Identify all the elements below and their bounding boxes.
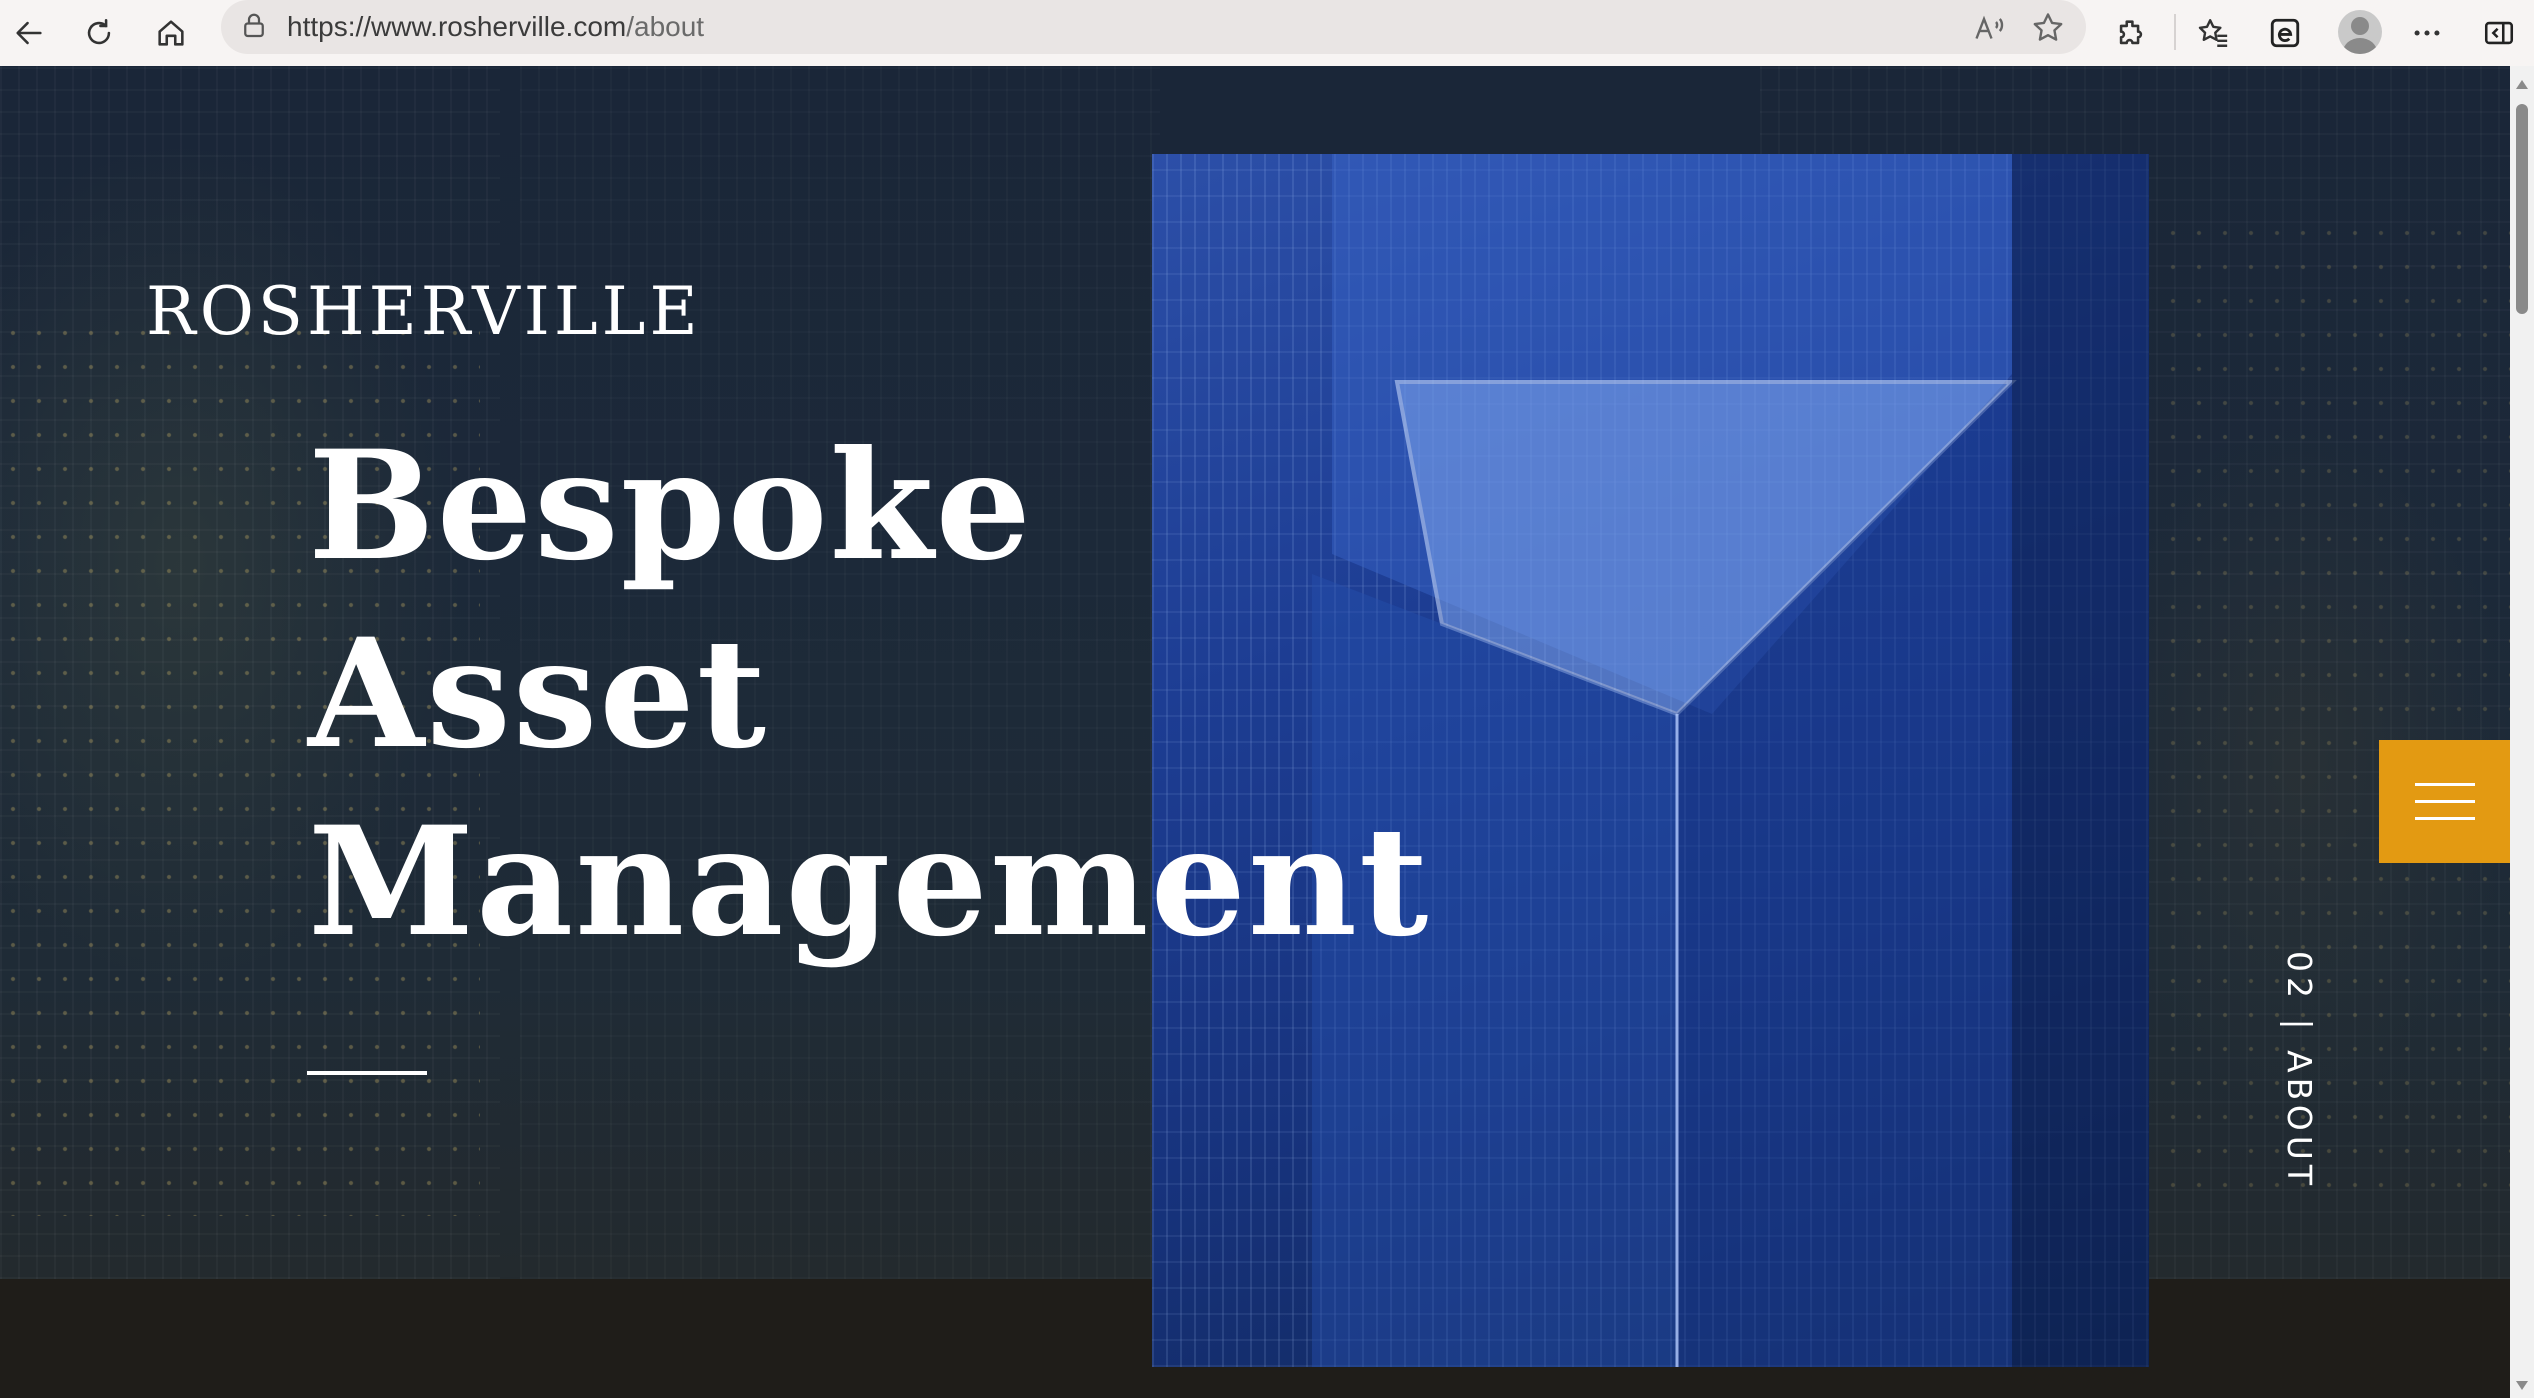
extensions-button[interactable] [2108, 10, 2154, 56]
brand-logo-text[interactable]: ROSHERVILLE [146, 273, 702, 350]
web-page: ROSHERVILLE Bespoke Asset Management 02 … [0, 66, 2510, 1398]
hamburger-menu-button[interactable] [2379, 740, 2510, 863]
profile-icon[interactable] [2338, 10, 2382, 54]
back-icon [16, 21, 42, 45]
scrollbar-thumb[interactable] [2516, 104, 2528, 314]
headline-underline-rule [307, 1071, 427, 1075]
page-scrollbar[interactable] [2510, 66, 2534, 1398]
sidebar-button[interactable] [2476, 10, 2522, 56]
url-host: https://www.rosherville.com [287, 11, 627, 42]
favorite-star-icon[interactable] [2030, 10, 2066, 46]
refresh-button[interactable] [76, 10, 122, 56]
url-path: /about [626, 11, 705, 42]
ie-mode-icon [2270, 18, 2300, 48]
scroll-up-arrow-icon[interactable] [2516, 80, 2528, 89]
more-icon [2414, 30, 2440, 36]
sidebar-icon [2484, 21, 2514, 45]
url-text[interactable]: https://www.rosherville.com/about [287, 0, 704, 54]
read-aloud-icon[interactable] [1972, 10, 2008, 46]
hamburger-menu-icon [2414, 817, 2475, 820]
headline-line-3: Management [308, 794, 1431, 970]
home-button[interactable] [148, 10, 194, 56]
toolbar-divider [2174, 14, 2176, 50]
back-button[interactable] [6, 10, 52, 56]
hamburger-menu-icon [2414, 800, 2475, 803]
hamburger-menu-icon [2414, 783, 2475, 786]
browser-toolbar: https://www.rosherville.com/about [0, 0, 2534, 66]
lock-icon[interactable] [239, 11, 269, 41]
favorites-button[interactable] [2190, 10, 2236, 56]
bg-window-lights-right [2160, 216, 2510, 1216]
extensions-icon [2119, 20, 2143, 45]
scroll-down-arrow-icon[interactable] [2516, 1381, 2528, 1390]
section-indicator: 02 | ABOUT [2280, 951, 2319, 1191]
more-button[interactable] [2404, 10, 2450, 56]
hero-headline: Bespoke Asset Management [308, 412, 1430, 976]
address-bar[interactable]: https://www.rosherville.com/about [221, 0, 2086, 54]
favorites-icon [2198, 19, 2228, 47]
home-icon [158, 20, 184, 46]
headline-line-2: Asset [308, 606, 768, 782]
headline-line-1: Bespoke [308, 418, 1033, 594]
ie-mode-button[interactable] [2262, 10, 2308, 56]
refresh-icon [87, 18, 111, 45]
